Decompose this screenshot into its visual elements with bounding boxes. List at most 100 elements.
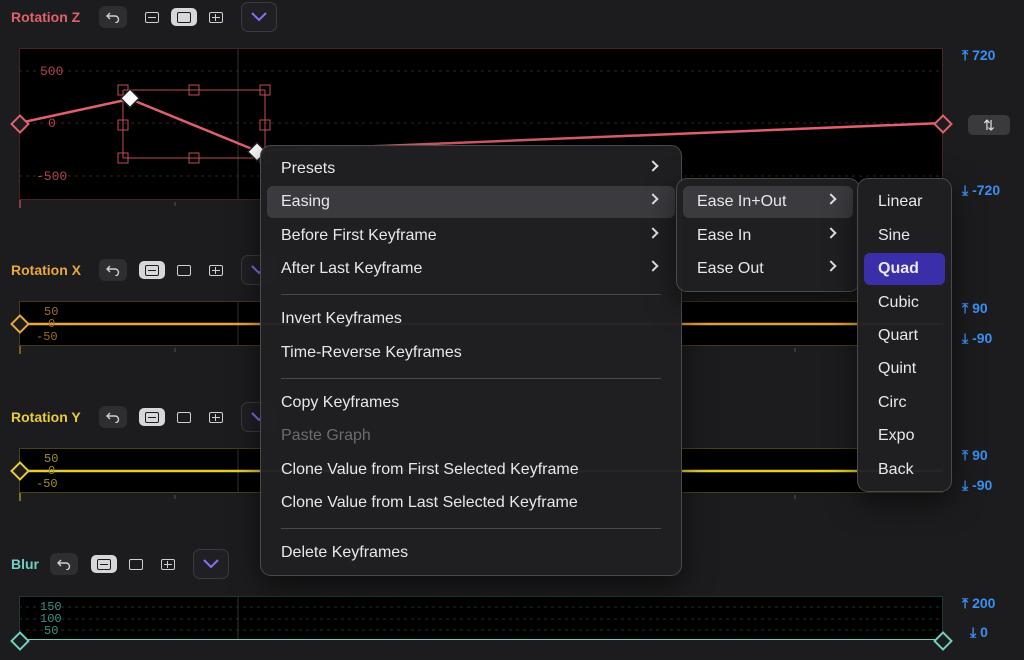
range-max[interactable]: ⤒ 90: [962, 447, 988, 464]
menu-item-label: Delete Keyframes: [281, 544, 409, 561]
menu-item-sine[interactable]: Sine: [864, 220, 945, 252]
menu-item-ease-in[interactable]: Ease In: [683, 220, 853, 252]
menu-item-quad[interactable]: Quad: [864, 253, 945, 285]
zoom-fit-button[interactable]: [171, 261, 197, 279]
menu-item-delete-keyframes[interactable]: Delete Keyframes: [267, 537, 675, 569]
zoom-in-button[interactable]: [203, 408, 229, 426]
menu-item-quart[interactable]: Quart: [864, 320, 945, 352]
menu-item-label: Back: [878, 461, 914, 478]
y-tick-label: -50: [36, 330, 58, 344]
menu-item-easing[interactable]: Easing: [267, 186, 675, 218]
zoom-out-icon: [145, 264, 159, 276]
keyframe-end[interactable]: [932, 113, 954, 135]
zoom-in-button[interactable]: [203, 8, 229, 26]
zoom-segment: [91, 555, 187, 573]
menu-item-clone-first[interactable]: Clone Value from First Selected Keyframe: [267, 454, 675, 486]
range-min[interactable]: ⤓ -90: [962, 477, 992, 494]
menu-item-label: Cubic: [878, 294, 919, 311]
chevron-right-icon: [825, 227, 837, 239]
graph-blur[interactable]: 150 100 50: [19, 596, 943, 640]
y-tick-label: 0: [48, 464, 56, 478]
keyframe-start[interactable]: [9, 460, 31, 482]
arrow-down-to-line-icon: ⤓: [970, 624, 981, 640]
menu-item-ease-out[interactable]: Ease Out: [683, 253, 853, 285]
zoom-out-button[interactable]: [139, 408, 165, 426]
zoom-out-button[interactable]: [139, 8, 165, 26]
range-max[interactable]: ⤒ 200: [962, 595, 995, 612]
menu-item-back[interactable]: Back: [864, 454, 945, 486]
arrow-down-to-line-icon: ⤓: [962, 182, 973, 198]
menu-item-label: Quint: [878, 360, 917, 377]
arrow-up-to-line-icon: ⤒: [962, 595, 973, 611]
chevron-right-icon: [647, 193, 659, 205]
chevron-right-icon: [647, 227, 659, 239]
track-name: Rotation Z: [11, 9, 81, 25]
range-min[interactable]: ⤓ -90: [962, 330, 992, 347]
zoom-fit-button[interactable]: [123, 555, 149, 573]
y-tick-label: 0: [48, 317, 56, 331]
arrow-up-to-line-icon: ⤒: [962, 300, 973, 316]
zoom-segment: [139, 408, 235, 426]
arrow-down-to-line-icon: ⤓: [962, 330, 973, 346]
swap-range-button[interactable]: ⇅: [968, 115, 1010, 135]
menu-item-expo[interactable]: Expo: [864, 420, 945, 452]
range-min-value: -90: [972, 330, 993, 346]
menu-item-quint[interactable]: Quint: [864, 353, 945, 385]
keyframe-end[interactable]: [932, 630, 954, 652]
track-name: Rotation X: [11, 262, 81, 278]
undo-button[interactable]: [99, 6, 127, 28]
zoom-fit-button[interactable]: [171, 408, 197, 426]
menu-item-after-last-keyframe[interactable]: After Last Keyframe: [267, 253, 675, 285]
undo-button[interactable]: [50, 553, 78, 575]
curve-submenu: Linear Sine Quad Cubic Quart Quint Circ …: [857, 178, 952, 492]
menu-item-label: Ease Out: [697, 260, 764, 277]
menu-item-circ[interactable]: Circ: [864, 387, 945, 419]
menu-item-clone-last[interactable]: Clone Value from Last Selected Keyframe: [267, 487, 675, 519]
menu-item-before-first-keyframe[interactable]: Before First Keyframe: [267, 220, 675, 252]
keyframe-start[interactable]: [9, 630, 31, 652]
menu-item-label: Linear: [878, 193, 923, 210]
menu-item-label: Circ: [878, 394, 907, 411]
menu-item-label: Ease In+Out: [697, 193, 787, 210]
menu-item-cubic[interactable]: Cubic: [864, 287, 945, 319]
menu-item-label: Copy Keyframes: [281, 394, 400, 411]
menu-item-label: After Last Keyframe: [281, 260, 423, 277]
menu-item-label: Paste Graph: [281, 427, 371, 444]
zoom-fit-icon: [177, 411, 191, 423]
y-tick-label: -500: [36, 169, 68, 184]
chevron-right-icon: [825, 260, 837, 272]
zoom-out-button[interactable]: [139, 261, 165, 279]
arrow-up-to-line-icon: ⤒: [962, 447, 973, 463]
menu-item-copy-keyframes[interactable]: Copy Keyframes: [267, 387, 675, 419]
zoom-in-icon: [209, 11, 223, 23]
zoom-fit-icon: [129, 558, 143, 570]
track-dropdown-button[interactable]: [241, 2, 277, 32]
menu-item-invert-keyframes[interactable]: Invert Keyframes: [267, 303, 675, 335]
menu-item-label: Quart: [878, 327, 919, 344]
zoom-in-icon: [209, 411, 223, 423]
range-min[interactable]: ⤓ 0: [970, 624, 988, 641]
range-max[interactable]: ⤒ 90: [962, 300, 988, 317]
menu-item-presets[interactable]: Presets: [267, 153, 675, 185]
menu-item-linear[interactable]: Linear: [864, 186, 945, 218]
menu-item-label: Time-Reverse Keyframes: [281, 344, 462, 361]
range-max[interactable]: ⤒ 720: [962, 47, 995, 64]
menu-item-time-reverse-keyframes[interactable]: Time-Reverse Keyframes: [267, 337, 675, 369]
zoom-fit-button[interactable]: [171, 8, 197, 26]
range-min[interactable]: ⤓ -720: [962, 182, 1000, 199]
undo-icon: [106, 412, 120, 423]
keyframe-start[interactable]: [9, 313, 31, 335]
track-dropdown-button[interactable]: [193, 549, 229, 579]
zoom-fit-icon: [177, 11, 191, 23]
menu-item-label: Clone Value from First Selected Keyframe: [281, 461, 579, 478]
zoom-out-button[interactable]: [91, 555, 117, 573]
menu-separator: [281, 528, 661, 529]
keyframe-start[interactable]: [9, 113, 31, 135]
menu-item-ease-in-out[interactable]: Ease In+Out: [683, 186, 853, 218]
undo-button[interactable]: [99, 406, 127, 428]
undo-button[interactable]: [99, 259, 127, 281]
zoom-in-button[interactable]: [203, 261, 229, 279]
context-menu: Presets Easing Before First Keyframe Aft…: [260, 145, 682, 576]
menu-item-label: Quad: [878, 260, 919, 277]
zoom-in-button[interactable]: [155, 555, 181, 573]
